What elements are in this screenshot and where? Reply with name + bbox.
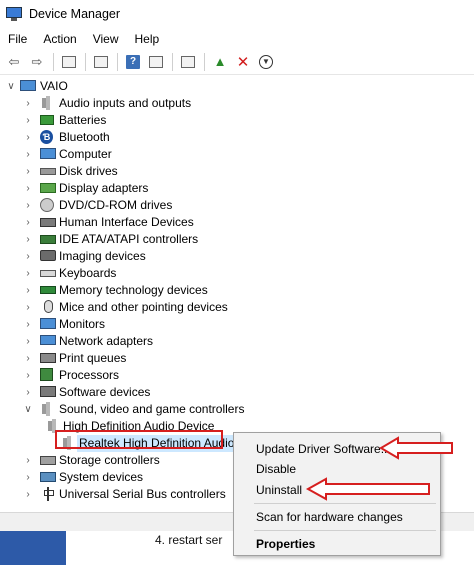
annotation-arrows [305,436,453,501]
arrow-to-uninstall [305,477,430,501]
arrow-to-update-driver [379,436,453,460]
